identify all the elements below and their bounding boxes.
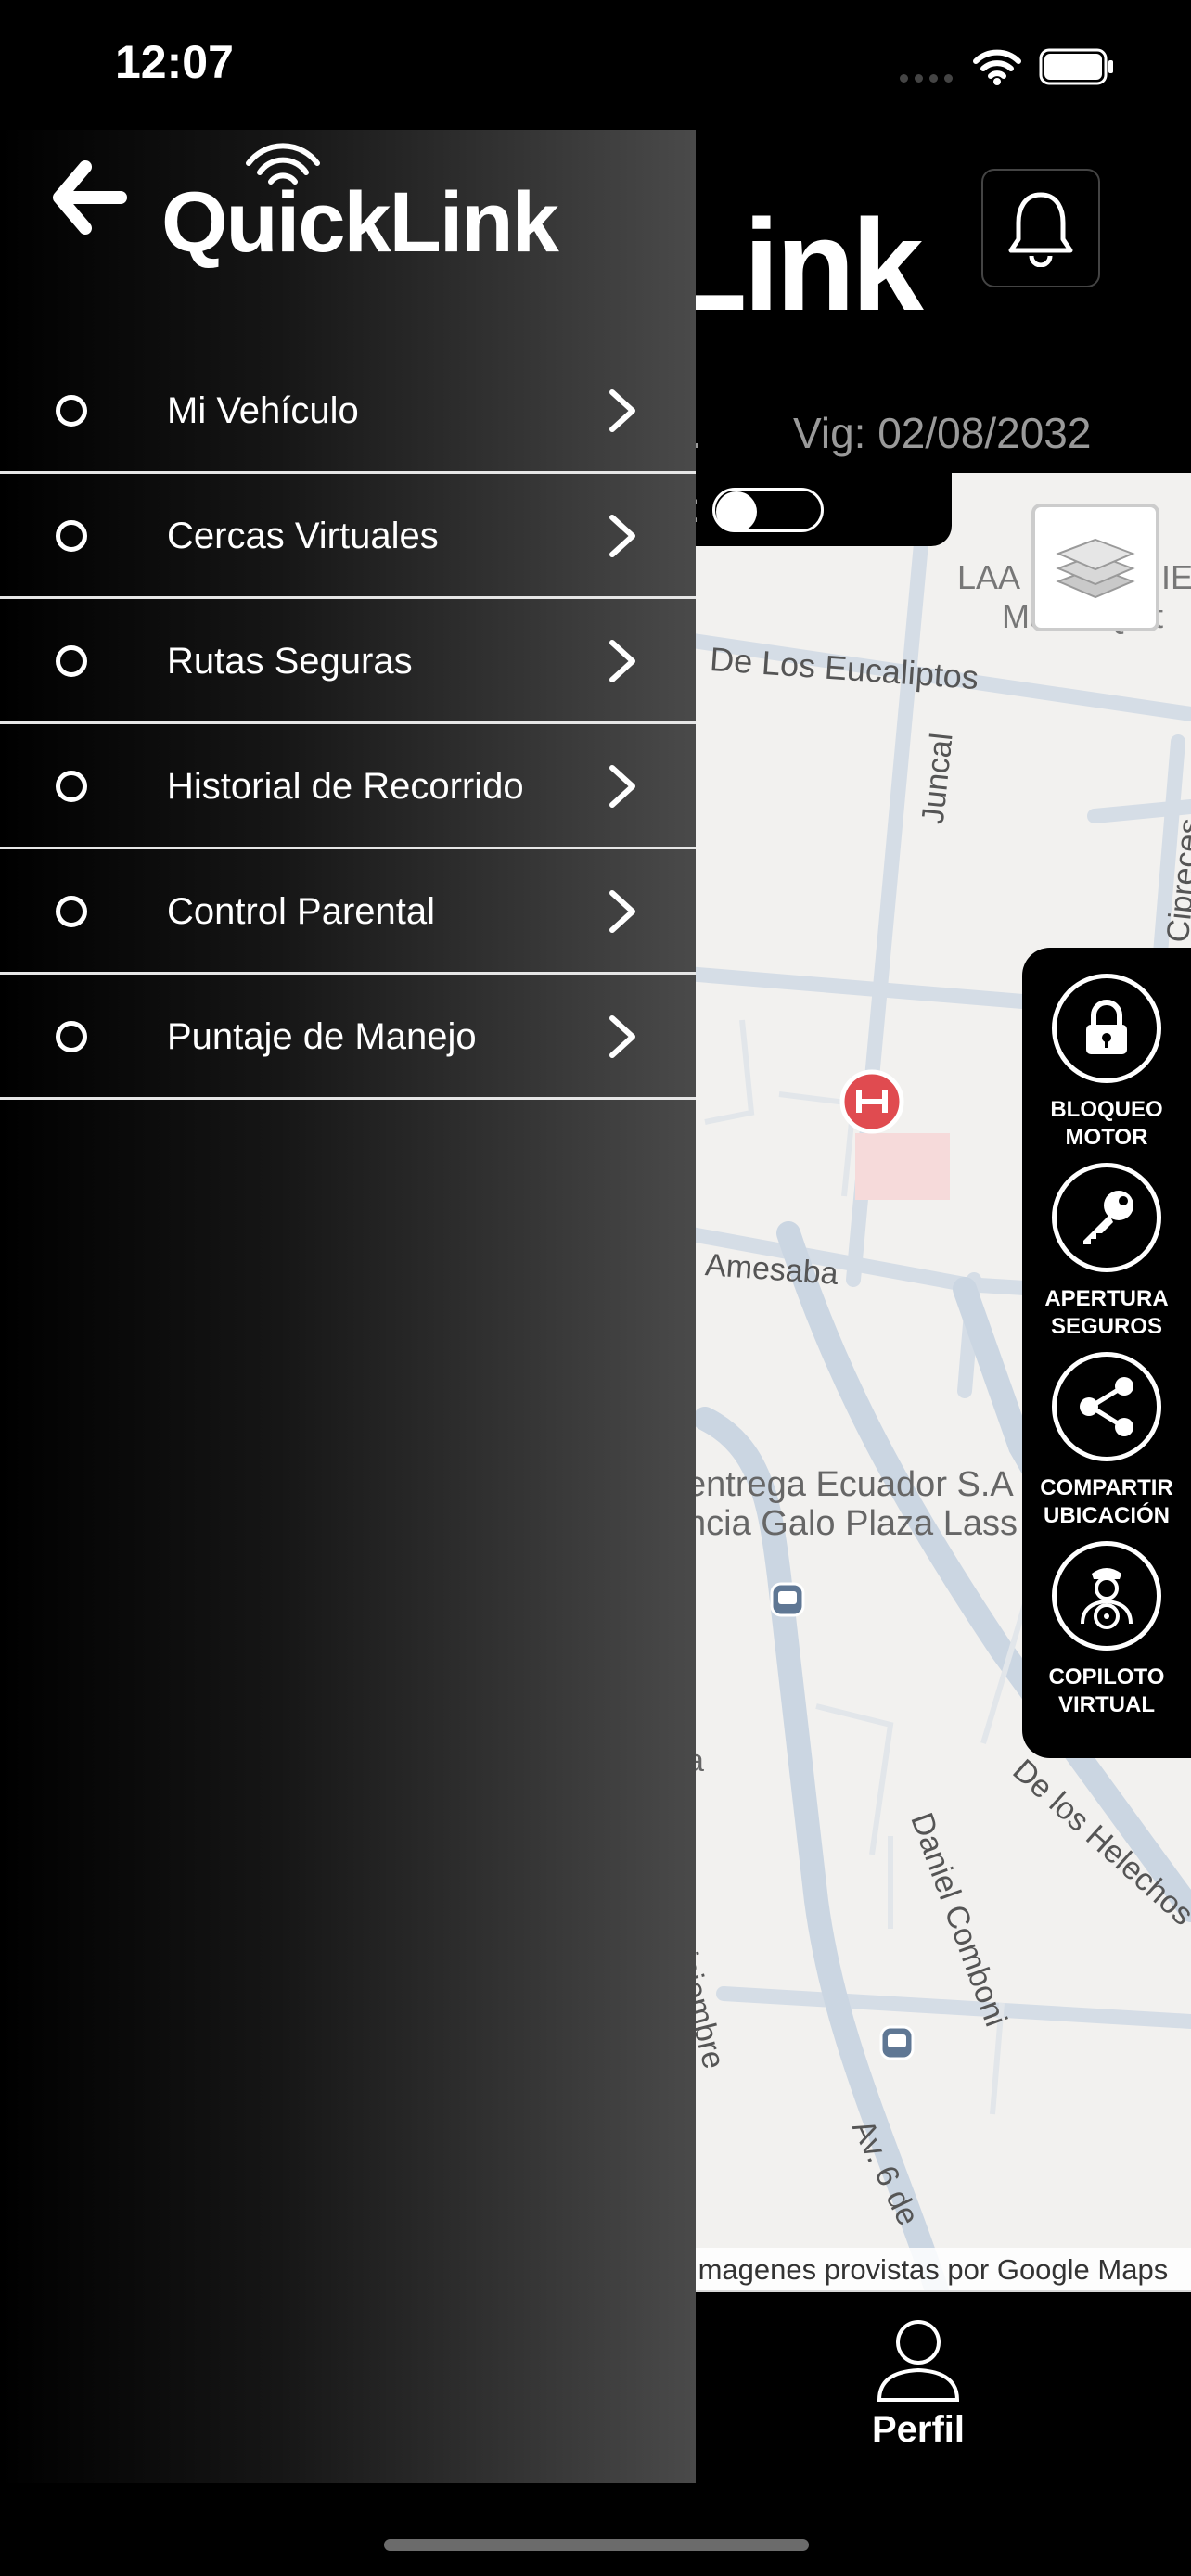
drawer-logo: QuickLink bbox=[161, 175, 559, 270]
menu-item-label: Rutas Seguras bbox=[167, 640, 413, 682]
lock-icon bbox=[1086, 1000, 1127, 1054]
key-icon bbox=[1083, 1191, 1133, 1244]
battery-icon bbox=[1039, 48, 1113, 85]
map-label: IE bbox=[1161, 558, 1191, 596]
menu-item-historial-de-recorrido[interactable]: Historial de Recorrido bbox=[0, 726, 696, 849]
map-layers-button[interactable] bbox=[1031, 504, 1159, 631]
share-icon bbox=[1080, 1377, 1133, 1436]
map-credit: Imagenes provistas por Google Maps bbox=[686, 2248, 1191, 2292]
chevron-right-icon bbox=[609, 389, 635, 432]
action-label-line1: APERTURA bbox=[1044, 1286, 1169, 1311]
action-circle bbox=[1052, 1352, 1161, 1461]
radio-icon bbox=[56, 520, 87, 552]
action-label-line1: COPILOTO bbox=[1048, 1664, 1165, 1690]
action-label: COPILOTO VIRTUAL bbox=[1028, 1664, 1185, 1719]
header-logo-text: Link bbox=[668, 192, 924, 338]
copiloto-virtual-button[interactable]: COPILOTO VIRTUAL bbox=[1022, 1541, 1191, 1719]
menu-item-label: Historial de Recorrido bbox=[167, 765, 524, 807]
radio-icon bbox=[56, 645, 87, 677]
menu-item-label: Cercas Virtuales bbox=[167, 515, 439, 556]
action-label: COMPARTIR UBICACIÓN bbox=[1028, 1474, 1185, 1530]
radio-icon bbox=[56, 771, 87, 802]
action-label-line1: BLOQUEO bbox=[1050, 1097, 1163, 1122]
back-arrow-icon[interactable] bbox=[52, 159, 128, 236]
action-label-line2: VIRTUAL bbox=[1058, 1692, 1155, 1717]
radio-icon bbox=[56, 896, 87, 927]
notifications-button[interactable] bbox=[981, 169, 1100, 287]
action-circle bbox=[1052, 1541, 1161, 1651]
menu-item-label: Control Parental bbox=[167, 890, 436, 932]
layers-icon bbox=[1056, 538, 1135, 599]
map-label: entrega Ecuador S.A bbox=[686, 1465, 1014, 1504]
action-label-line2: MOTOR bbox=[1065, 1125, 1148, 1150]
wifi-icon bbox=[973, 49, 1021, 85]
menu-item-mi-vehiculo[interactable]: Mi Vehículo bbox=[0, 351, 696, 474]
chevron-right-icon bbox=[609, 1015, 635, 1058]
action-label-line2: UBICACIÓN bbox=[1044, 1503, 1170, 1528]
map-label: ncia Galo Plaza Lass bbox=[686, 1504, 1018, 1543]
bell-icon bbox=[1008, 192, 1073, 267]
action-circle bbox=[1052, 1163, 1161, 1272]
chevron-right-icon bbox=[609, 765, 635, 808]
action-label: APERTURA SEGUROS bbox=[1028, 1285, 1185, 1341]
home-indicator bbox=[384, 2539, 809, 2551]
menu-item-label: Puntaje de Manejo bbox=[167, 1015, 477, 1057]
user-icon bbox=[877, 2320, 960, 2402]
menu-item-label: Mi Vehículo bbox=[167, 389, 359, 431]
chevron-right-icon bbox=[609, 515, 635, 557]
action-circle bbox=[1052, 974, 1161, 1083]
action-label-line1: COMPARTIR bbox=[1040, 1475, 1173, 1500]
chevron-right-icon bbox=[609, 890, 635, 933]
menu-item-control-parental[interactable]: Control Parental bbox=[0, 851, 696, 975]
toggle-knob bbox=[716, 491, 757, 532]
menu-item-puntaje-de-manejo[interactable]: Puntaje de Manejo bbox=[0, 976, 696, 1100]
action-label: BLOQUEO MOTOR bbox=[1028, 1096, 1185, 1152]
status-time: 12:07 bbox=[115, 36, 234, 88]
menu-item-rutas-seguras[interactable]: Rutas Seguras bbox=[0, 601, 696, 724]
bloqueo-motor-button[interactable]: BLOQUEO MOTOR bbox=[1022, 974, 1191, 1152]
vigencia-text: Vig: 02/08/2032 bbox=[793, 409, 1092, 457]
cellular-signal-icon bbox=[900, 74, 953, 83]
menu-item-cercas-virtuales[interactable]: Cercas Virtuales bbox=[0, 476, 696, 599]
action-label-line2: SEGUROS bbox=[1050, 1314, 1163, 1339]
radio-icon bbox=[56, 395, 87, 427]
radio-icon bbox=[56, 1021, 87, 1052]
apertura-seguros-button[interactable]: APERTURA SEGUROS bbox=[1022, 1163, 1191, 1341]
tab-perfil[interactable]: Perfil bbox=[835, 2318, 1002, 2467]
tab-perfil-label: Perfil bbox=[871, 2409, 966, 2450]
chevron-right-icon bbox=[609, 640, 635, 682]
compartir-ubicacion-button[interactable]: COMPARTIR UBICACIÓN bbox=[1022, 1352, 1191, 1530]
driver-icon bbox=[1081, 1568, 1133, 1629]
map-label: LAA bbox=[957, 558, 1021, 596]
